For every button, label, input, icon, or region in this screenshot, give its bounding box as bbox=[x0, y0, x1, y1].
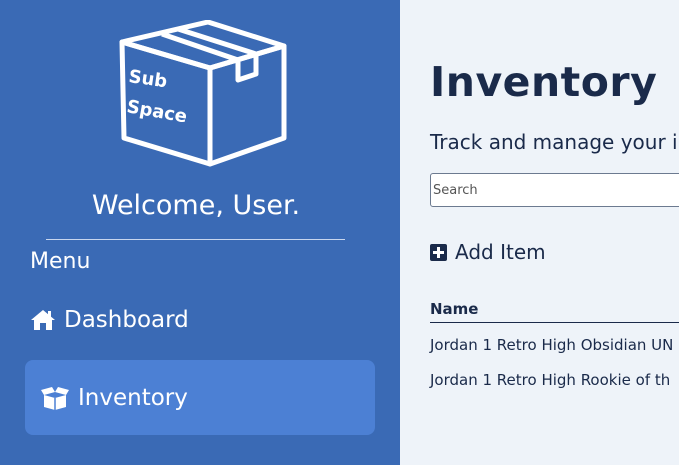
table-row[interactable]: Jordan 1 Retro High Obsidian UN bbox=[430, 336, 679, 354]
search-input[interactable] bbox=[430, 173, 679, 207]
table-row[interactable]: Jordan 1 Retro High Rookie of th bbox=[430, 371, 679, 389]
add-item-label: Add Item bbox=[455, 240, 546, 264]
welcome-message: Welcome, User. bbox=[91, 190, 301, 221]
open-box-icon bbox=[41, 386, 69, 410]
sidebar-item-label: Dashboard bbox=[64, 307, 189, 333]
logo-text-space: Space bbox=[125, 96, 189, 127]
column-header-name[interactable]: Name bbox=[430, 300, 679, 323]
main-content: Inventory Track and manage your i Add It… bbox=[400, 0, 679, 465]
plus-square-icon bbox=[430, 243, 447, 261]
page-subtitle: Track and manage your i bbox=[430, 130, 678, 154]
logo-text-sub: Sub bbox=[127, 66, 168, 92]
sidebar-item-dashboard[interactable]: Dashboard bbox=[30, 307, 189, 333]
sidebar-divider bbox=[46, 239, 345, 240]
box-icon: Sub Space bbox=[119, 20, 287, 167]
page-title: Inventory bbox=[430, 58, 658, 106]
sidebar-item-label: Inventory bbox=[78, 384, 188, 411]
menu-heading: Menu bbox=[30, 249, 91, 274]
home-icon bbox=[31, 310, 55, 330]
sidebar-item-inventory[interactable]: Inventory bbox=[25, 360, 375, 435]
add-item-button[interactable]: Add Item bbox=[430, 240, 546, 264]
sidebar: Sub Space Welcome, User. Menu Dashboard … bbox=[0, 0, 400, 465]
